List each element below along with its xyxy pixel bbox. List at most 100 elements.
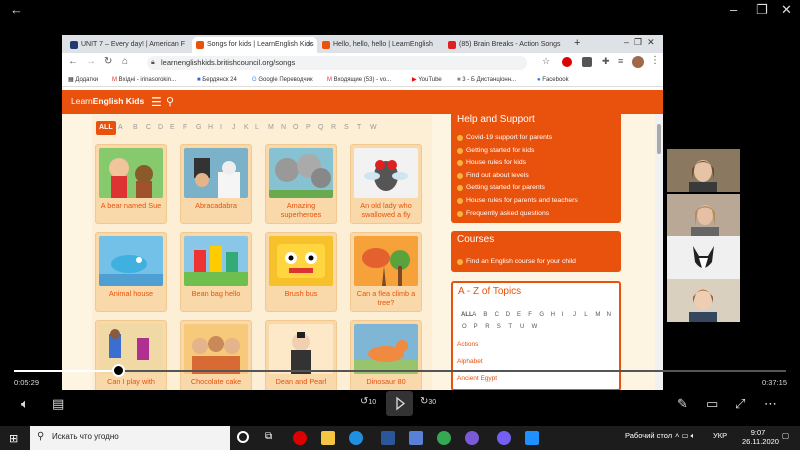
alphabet-filter-h[interactable]: H [208, 121, 213, 135]
song-card[interactable]: Brush bus [265, 232, 337, 312]
topic-letter-j[interactable]: J [573, 312, 576, 318]
search-icon[interactable]: ⚲ [166, 95, 174, 108]
bookmark-translate[interactable]: G Google Переводчик [252, 75, 313, 85]
word-icon[interactable] [381, 431, 395, 445]
bookmark-class[interactable]: ■ 3 - Б Дистанціонн... [457, 75, 516, 85]
alphabet-filter-c[interactable]: C [146, 121, 151, 135]
windows-start-icon[interactable]: ⊞ [9, 432, 18, 445]
task-view-icon[interactable]: ⧉ [265, 431, 272, 442]
fullscreen-icon[interactable]: ⤢ [735, 397, 745, 410]
progress-track[interactable] [14, 370, 786, 372]
topic-letter-o[interactable]: O [462, 324, 467, 330]
avatar[interactable] [632, 56, 644, 68]
alphabet-filter-all[interactable]: ALL [96, 121, 116, 135]
song-card[interactable]: Can I play with [95, 320, 167, 390]
participant-video-4[interactable] [667, 279, 740, 322]
topic-letter-h[interactable]: H [551, 312, 555, 318]
song-card[interactable]: Abracadabra [180, 144, 252, 224]
topic-letter-l[interactable]: L [584, 312, 587, 318]
star-icon[interactable]: ☆ [542, 56, 550, 67]
topic-letter-g[interactable]: G [539, 312, 544, 318]
site-logo[interactable]: LearnEnglish Kids [71, 96, 144, 106]
alphabet-filter-m[interactable]: M [268, 121, 274, 135]
miniplayer-icon[interactable]: ▭ [706, 397, 718, 410]
skip-back-button[interactable]: ↺10 [360, 395, 380, 413]
topic-letter-m[interactable]: M [595, 312, 600, 318]
tab-close-icon[interactable]: ✕ [306, 37, 313, 53]
participant-video-3[interactable] [667, 236, 740, 279]
song-card[interactable]: Chocolate cake [180, 320, 252, 390]
browser-tab-1[interactable]: Songs for kids | LearnEnglish Kids ✕ [192, 37, 317, 53]
restore-icon[interactable]: ❐ [756, 2, 768, 18]
clock[interactable]: 9:07 26.11.2020 [742, 428, 779, 446]
cortana-icon[interactable] [237, 431, 249, 443]
taskbar-search[interactable]: ⚲ Искать что угодно [30, 426, 230, 450]
topic-letter-all[interactable]: ALL [461, 312, 473, 318]
viber-icon[interactable] [465, 431, 479, 445]
topic-letter-s[interactable]: S [497, 324, 501, 330]
alphabet-filter-s[interactable]: S [344, 121, 349, 135]
help-link[interactable]: Find out about levels [457, 171, 529, 181]
window-controls[interactable]: – ❐ ✕ [624, 37, 655, 48]
reload-icon[interactable]: ↻ [104, 56, 112, 67]
browser-tab-0[interactable]: UNIT 7 – Every day! | American F [66, 37, 191, 53]
alphabet-filter-e[interactable]: E [170, 121, 175, 135]
edit-icon[interactable]: ✎ [677, 397, 688, 410]
opera-icon[interactable] [293, 431, 307, 445]
language-indicator[interactable]: УКР [713, 431, 727, 440]
alphabet-filter-d[interactable]: D [158, 121, 163, 135]
topic-letter-f[interactable]: F [528, 312, 532, 318]
browser-tab-3[interactable]: (85) Brain Breaks - Action Songs [444, 37, 569, 53]
more-icon[interactable]: ⋮ [650, 55, 660, 66]
alphabet-filter-q[interactable]: Q [318, 121, 323, 135]
alphabet-filter-r[interactable]: R [331, 121, 336, 135]
topic-letter-d[interactable]: D [506, 312, 510, 318]
help-link[interactable]: House rules for kids [456, 158, 526, 168]
courses-link[interactable]: Find an English course for your child [457, 257, 576, 267]
volume-icon[interactable]: 🔈︎ [21, 397, 29, 410]
topic-letter-w[interactable]: W [532, 324, 538, 330]
notifications-icon[interactable]: ▢ [782, 431, 789, 440]
viber-alt-icon[interactable] [497, 431, 511, 445]
topic-letter-r[interactable]: R [485, 324, 489, 330]
home-icon[interactable]: ⌂ [122, 56, 128, 67]
participant-video-2[interactable] [667, 194, 740, 237]
song-card[interactable]: Amazing superheroes [265, 144, 337, 224]
puzzle-icon[interactable]: ✚ [602, 56, 610, 67]
menu-icon[interactable]: ≡ [618, 56, 623, 66]
topic-letter-c[interactable]: C [495, 312, 499, 318]
song-card[interactable]: Dinosaur 80 [350, 320, 422, 390]
forward-icon[interactable]: → [86, 56, 96, 67]
alphabet-filter-i[interactable]: I [220, 121, 222, 135]
topic-letter-p[interactable]: P [474, 324, 478, 330]
play-button[interactable] [386, 391, 413, 416]
topic-letter-a[interactable]: A [472, 312, 476, 318]
tray-icons[interactable]: ˄ ▭ 🔈︎ [675, 431, 695, 441]
hamburger-icon[interactable]: ☰ [151, 96, 162, 108]
help-link[interactable]: Getting started for kids [456, 146, 534, 156]
topic-letter-u[interactable]: U [520, 324, 524, 330]
topic-letter-n[interactable]: N [607, 312, 611, 318]
alphabet-filter-k[interactable]: K [244, 121, 249, 135]
help-link[interactable]: Frequently asked questions [456, 209, 549, 219]
minimize-icon[interactable]: – [730, 2, 737, 18]
new-tab-icon[interactable]: + [574, 37, 580, 49]
alphabet-filter-a[interactable]: A [118, 121, 123, 135]
captions-icon[interactable]: ▤ [52, 397, 64, 410]
topic-letter-t[interactable]: T [508, 324, 512, 330]
song-card[interactable]: An old lady who swallowed a fly [350, 144, 422, 224]
topic-link[interactable]: Alphabet [457, 358, 483, 365]
song-card[interactable]: Dean and Pearl [265, 320, 337, 390]
bookmark-mail[interactable]: M Вхідні - irinasorokin... [112, 75, 176, 85]
alphabet-filter-t[interactable]: T [357, 121, 361, 135]
participant-video-1[interactable] [667, 149, 740, 192]
more-options-icon[interactable]: ⋯ [764, 397, 777, 410]
back-icon[interactable]: ← [68, 56, 78, 67]
topic-letter-i[interactable]: I [562, 312, 564, 318]
bookmark-facebook[interactable]: ● Facebook [537, 75, 569, 85]
close-icon[interactable]: ✕ [781, 2, 792, 18]
back-arrow-icon[interactable]: ← [10, 2, 23, 18]
bookmark-berdyansk[interactable]: ■ Бердянск 24 [197, 75, 237, 85]
bookmark-inbox[interactable]: M Входящие (53) - vo... [327, 75, 391, 85]
song-card[interactable]: A bear named Sue [95, 144, 167, 224]
